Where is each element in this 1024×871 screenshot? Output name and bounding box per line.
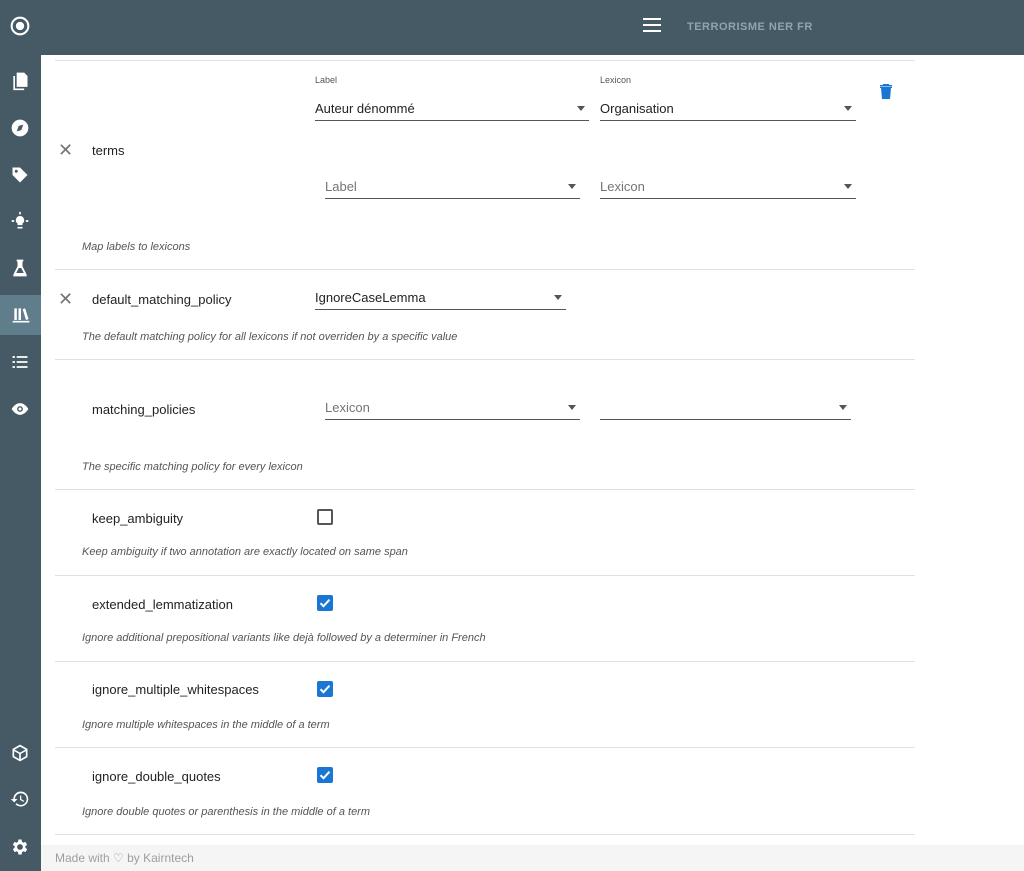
list-icon[interactable] [8, 350, 32, 374]
library-icon[interactable] [0, 295, 41, 335]
divider [55, 359, 915, 360]
terms-label-select-1[interactable]: Label Auteur dénommé [315, 75, 589, 121]
documents-icon[interactable] [8, 69, 32, 93]
terms-description: Map labels to lexicons [82, 241, 191, 253]
default-matching-policy-value: IgnoreCaseLemma [315, 290, 426, 305]
check-icon [319, 599, 331, 608]
lexicon-value: Organisation [600, 101, 674, 116]
param-name-ignore-double-quotes: ignore_double_quotes [92, 769, 221, 784]
menu-icon[interactable] [643, 18, 661, 36]
chevron-down-icon [554, 295, 562, 300]
check-icon [319, 685, 331, 694]
top-app-bar: TERRORISME NER FR [41, 0, 1024, 55]
check-icon [319, 771, 331, 780]
param-name-extended-lemmatization: extended_lemmatization [92, 597, 233, 612]
footer-text: Made with ♡ by Kairntech [55, 851, 194, 865]
tag-icon[interactable] [8, 163, 32, 187]
matching-policies-description: The specific matching policy for every l… [82, 461, 303, 473]
compass-icon[interactable] [8, 116, 32, 140]
divider [55, 60, 915, 61]
terms-lexicon-select-1[interactable]: Lexicon Organisation [600, 75, 856, 121]
default-matching-policy-select[interactable]: IgnoreCaseLemma [315, 288, 566, 310]
terms-lexicon-select-2[interactable]: Lexicon [600, 177, 856, 199]
remove-default-matching-policy-icon[interactable]: ✕ [58, 290, 73, 308]
param-name-matching-policies: matching_policies [92, 402, 196, 417]
history-icon[interactable] [8, 787, 32, 811]
lexicon-caption: Lexicon [600, 75, 632, 85]
chevron-down-icon [568, 184, 576, 189]
matching-policies-lexicon-select[interactable]: Lexicon [325, 398, 580, 420]
divider [55, 661, 915, 662]
label-caption: Label [315, 75, 338, 85]
divider [55, 834, 915, 835]
settings-icon[interactable] [8, 835, 32, 859]
matching-policies-policy-select[interactable] [600, 398, 851, 420]
param-name-keep-ambiguity: keep_ambiguity [92, 511, 184, 526]
footer: Made with ♡ by Kairntech [41, 845, 1024, 871]
label-value: Auteur dénommé [315, 101, 415, 116]
default-matching-policy-description: The default matching policy for all lexi… [82, 331, 458, 343]
extended-lemmatization-description: Ignore additional prepositional variants… [82, 632, 486, 644]
parameters-form: ✕ terms Label Auteur dénommé Lexicon Org… [41, 55, 1024, 845]
param-name-ignore-multiple-whitespaces: ignore_multiple_whitespaces [92, 682, 259, 697]
remove-terms-icon[interactable]: ✕ [58, 141, 73, 159]
divider [55, 269, 915, 270]
divider [55, 489, 915, 490]
param-name-terms: terms [92, 143, 125, 158]
ignore-multiple-whitespaces-checkbox[interactable] [317, 681, 333, 697]
divider [55, 575, 915, 576]
lexicon-placeholder: Lexicon [325, 400, 370, 415]
chevron-down-icon [839, 405, 847, 410]
terms-label-select-2[interactable]: Label [325, 177, 580, 199]
ignore-double-quotes-checkbox[interactable] [317, 767, 333, 783]
lightbulb-icon[interactable] [8, 209, 32, 233]
label-placeholder: Label [325, 179, 357, 194]
divider [55, 747, 915, 748]
delete-icon[interactable] [879, 83, 893, 99]
cube-icon[interactable] [8, 741, 32, 765]
chevron-down-icon [568, 405, 576, 410]
ignore-double-quotes-description: Ignore double quotes or parenthesis in t… [82, 806, 371, 818]
param-name-default-matching-policy: default_matching_policy [92, 292, 232, 307]
keep-ambiguity-checkbox[interactable] [317, 509, 333, 525]
chevron-down-icon [844, 184, 852, 189]
keep-ambiguity-description: Keep ambiguity if two annotation are exa… [82, 546, 408, 558]
lexicon-placeholder: Lexicon [600, 179, 645, 194]
ignore-multiple-whitespaces-description: Ignore multiple whitespaces in the middl… [82, 719, 330, 731]
sidebar [0, 0, 41, 871]
chevron-down-icon [844, 106, 852, 111]
flask-icon[interactable] [8, 256, 32, 280]
logo-icon[interactable] [8, 14, 32, 38]
chevron-down-icon [577, 106, 585, 111]
extended-lemmatization-checkbox[interactable] [317, 595, 333, 611]
eye-icon[interactable] [8, 397, 32, 421]
app-title: TERRORISME NER FR [687, 21, 813, 33]
